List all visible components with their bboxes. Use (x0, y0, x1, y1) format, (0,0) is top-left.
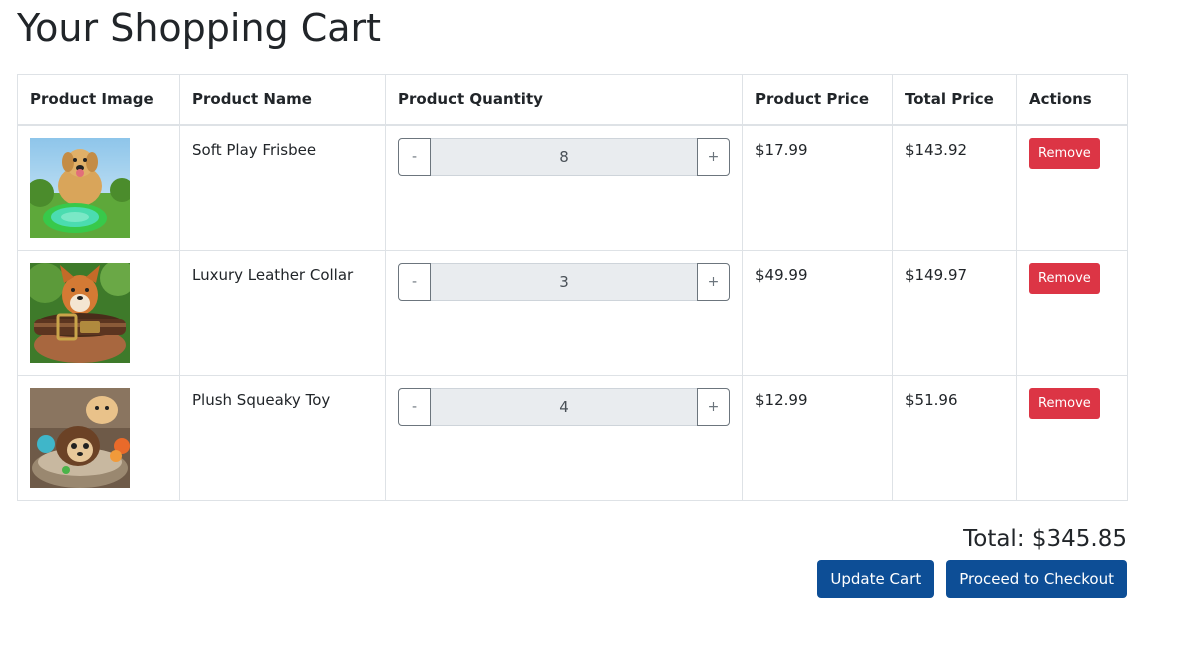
remove-button[interactable]: Remove (1029, 137, 1100, 169)
table-header-row: Product Image Product Name Product Quant… (17, 74, 1128, 125)
checkout-button[interactable]: Proceed to Checkout (946, 560, 1127, 598)
table-row: Soft Play Frisbee - 8 + $17.99 $143.92 R… (17, 124, 1128, 251)
product-name: Soft Play Frisbee (179, 124, 386, 251)
quantity-stepper: - 8 + (398, 137, 730, 176)
quantity-stepper: - 4 + (398, 387, 730, 426)
header-product-image: Product Image (17, 74, 180, 125)
cart-page: Your Shopping Cart Product Image Product… (0, 0, 1187, 646)
header-total-price: Total Price (892, 74, 1017, 125)
increment-button[interactable]: + (697, 387, 730, 426)
header-product-price: Product Price (742, 74, 893, 125)
quantity-input[interactable]: 3 (431, 262, 697, 301)
cart-table: Product Image Product Name Product Quant… (17, 74, 1128, 501)
actions-cell: Remove (1016, 124, 1128, 251)
product-image-plush-toy (30, 387, 130, 488)
decrement-button[interactable]: - (398, 137, 431, 176)
quantity-cell: - 4 + (385, 374, 743, 501)
quantity-input[interactable]: 8 (431, 137, 697, 176)
cart-total: Total: $345.85 (963, 526, 1127, 552)
page-title: Your Shopping Cart (17, 6, 382, 50)
actions-cell: Remove (1016, 374, 1128, 501)
quantity-cell: - 3 + (385, 249, 743, 376)
product-price: $49.99 (742, 249, 893, 376)
table-row: Plush Squeaky Toy - 4 + $12.99 $51.96 Re… (17, 374, 1128, 501)
quantity-cell: - 8 + (385, 124, 743, 251)
update-cart-button[interactable]: Update Cart (817, 560, 935, 598)
product-total-price: $143.92 (892, 124, 1017, 251)
remove-button[interactable]: Remove (1029, 262, 1100, 294)
quantity-stepper: - 3 + (398, 262, 730, 301)
product-name: Plush Squeaky Toy (179, 374, 386, 501)
product-image-cell (17, 124, 180, 251)
decrement-button[interactable]: - (398, 387, 431, 426)
product-image-frisbee (30, 137, 130, 238)
product-image-cell (17, 374, 180, 501)
header-actions: Actions (1016, 74, 1128, 125)
decrement-button[interactable]: - (398, 262, 431, 301)
header-product-quantity: Product Quantity (385, 74, 743, 125)
quantity-input[interactable]: 4 (431, 387, 697, 426)
product-image-collar (30, 262, 130, 363)
product-image-cell (17, 249, 180, 376)
product-total-price: $51.96 (892, 374, 1017, 501)
product-price: $12.99 (742, 374, 893, 501)
cart-actions: Update Cart Proceed to Checkout (817, 560, 1127, 598)
table-row: Luxury Leather Collar - 3 + $49.99 $149.… (17, 249, 1128, 376)
header-product-name: Product Name (179, 74, 386, 125)
product-name: Luxury Leather Collar (179, 249, 386, 376)
actions-cell: Remove (1016, 249, 1128, 376)
increment-button[interactable]: + (697, 262, 730, 301)
remove-button[interactable]: Remove (1029, 387, 1100, 419)
increment-button[interactable]: + (697, 137, 730, 176)
product-price: $17.99 (742, 124, 893, 251)
product-total-price: $149.97 (892, 249, 1017, 376)
